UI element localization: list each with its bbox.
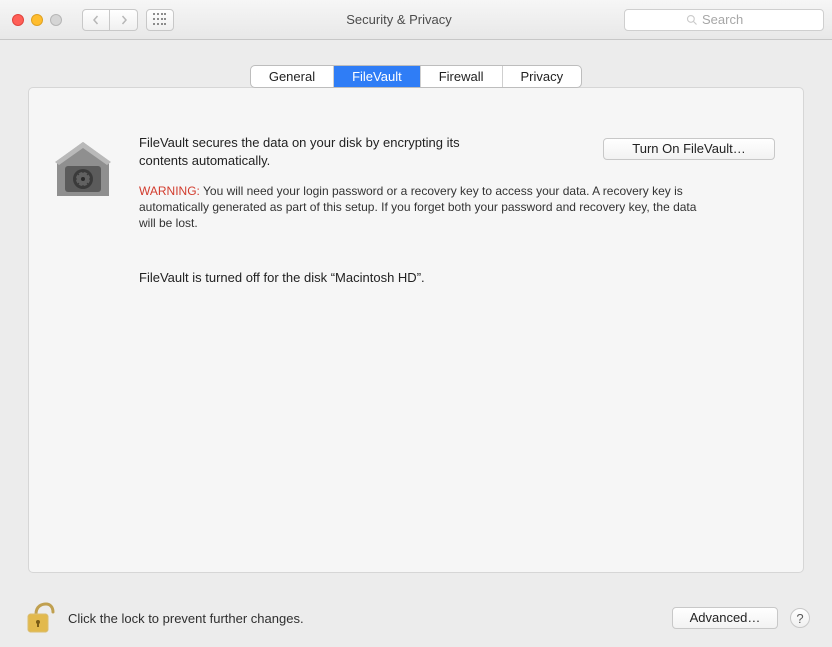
traffic-lights: [8, 14, 74, 26]
advanced-button[interactable]: Advanced…: [672, 607, 778, 629]
turn-on-filevault-button[interactable]: Turn On FileVault…: [603, 138, 775, 160]
forward-button[interactable]: [110, 9, 138, 31]
lock-help-text: Click the lock to prevent further change…: [68, 611, 660, 626]
minimize-window-button[interactable]: [31, 14, 43, 26]
unlock-icon[interactable]: [22, 598, 56, 638]
search-input[interactable]: [702, 12, 762, 27]
zoom-window-button[interactable]: [50, 14, 62, 26]
tab-privacy[interactable]: Privacy: [503, 66, 582, 87]
warning-label: WARNING:: [139, 184, 200, 198]
help-button[interactable]: ?: [790, 608, 810, 628]
warning-text: You will need your login password or a r…: [139, 184, 696, 230]
tab-firewall[interactable]: Firewall: [421, 66, 503, 87]
filevault-warning: WARNING: You will need your login passwo…: [139, 183, 699, 232]
search-field[interactable]: [624, 9, 824, 31]
filevault-intro: FileVault secures the data on your disk …: [139, 134, 499, 169]
window-title: Security & Privacy: [182, 12, 616, 27]
tab-filevault[interactable]: FileVault: [334, 66, 421, 87]
nav-buttons: [82, 9, 138, 31]
chevron-left-icon: [91, 15, 101, 25]
grid-icon: [153, 13, 167, 27]
padlock-open-icon: [22, 598, 56, 638]
show-all-button[interactable]: [146, 9, 174, 31]
footer: Click the lock to prevent further change…: [0, 589, 832, 647]
back-button[interactable]: [82, 9, 110, 31]
filevault-icon: [51, 138, 115, 202]
main-area: General FileVault Firewall Privacy Turn …: [0, 40, 832, 583]
panel: Turn On FileVault…: [28, 87, 804, 573]
tab-general[interactable]: General: [251, 66, 334, 87]
window-toolbar: Security & Privacy: [0, 0, 832, 40]
tab-row: General FileVault Firewall Privacy: [28, 64, 804, 87]
close-window-button[interactable]: [12, 14, 24, 26]
house-safe-icon: [51, 138, 115, 202]
filevault-status: FileVault is turned off for the disk “Ma…: [139, 270, 781, 285]
search-icon: [686, 14, 698, 26]
chevron-right-icon: [119, 15, 129, 25]
tabs: General FileVault Firewall Privacy: [250, 65, 582, 88]
